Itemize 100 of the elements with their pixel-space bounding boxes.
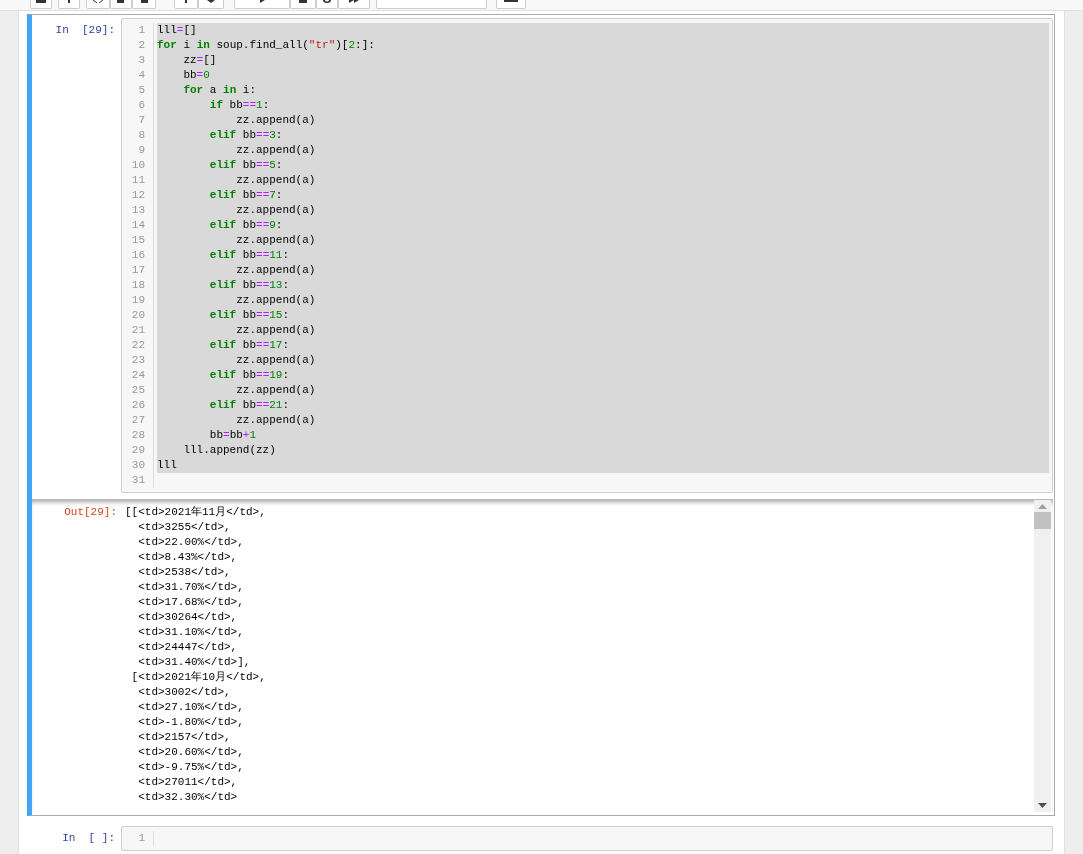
line-number: 12 [131, 188, 145, 203]
code-line: lll.append(zz) [182, 443, 276, 458]
add-cell-button[interactable] [58, 0, 80, 9]
line-number: 26 [131, 398, 145, 413]
save-button[interactable] [30, 0, 52, 9]
output-line: <td>20.60%</td>, [137, 745, 245, 760]
output-line: <td>27.10%</td>, [137, 700, 245, 715]
code-line: lll [157, 458, 177, 473]
line-number: 4 [138, 68, 145, 83]
paste-button[interactable] [132, 0, 156, 9]
input-prompt: In [29]: [55, 23, 115, 38]
run-all-button[interactable] [338, 0, 370, 9]
code-line: elif bb==5: [208, 158, 283, 173]
line-number: 5 [138, 83, 145, 98]
line-number: 23 [131, 353, 145, 368]
notebook-cell[interactable] [27, 14, 1055, 816]
line-number: 1 [138, 23, 145, 38]
notebook-cell[interactable]: In [ ]: 1 [27, 822, 1055, 854]
code-line: elif bb==13: [208, 278, 290, 293]
code-line: zz.append(a) [235, 353, 316, 368]
output-line: <td>8.43%</td>, [137, 550, 239, 565]
keyboard-button[interactable] [496, 0, 526, 9]
code-line: for i in soup.find_all("tr")[2:]: [157, 38, 375, 53]
code-line: zz.append(a) [235, 233, 316, 248]
code-line: elif bb==3: [208, 128, 283, 143]
line-number: 16 [131, 248, 145, 263]
scrollbar-thumb[interactable] [1034, 512, 1051, 529]
output-line: <td>-9.75%</td>, [137, 760, 245, 775]
output-line: <td>32.30%</td> [137, 790, 239, 805]
line-number: 1 [138, 831, 145, 846]
code-line: zz.append(a) [235, 173, 316, 188]
code-line: zz.append(a) [235, 263, 316, 278]
line-number: 8 [138, 128, 145, 143]
output-line: [[<td>2021年11月</td>, [125, 505, 267, 520]
code-line: elif bb==17: [208, 338, 290, 353]
output-line: <td>31.40%</td>], [137, 655, 252, 670]
code-line: zz.append(a) [235, 383, 316, 398]
code-line: bb=0 [182, 68, 210, 83]
line-number: 10 [131, 158, 145, 173]
line-number: 31 [131, 473, 145, 488]
code-line: zz.append(a) [235, 203, 316, 218]
output-line: <td>3255</td>, [137, 520, 232, 535]
line-number: 15 [131, 233, 145, 248]
code-line: elif bb==7: [208, 188, 283, 203]
line-number: 7 [138, 113, 145, 128]
output-line: <td>3002</td>, [137, 685, 232, 700]
code-line: zz.append(a) [235, 113, 316, 128]
line-number: 22 [131, 338, 145, 353]
line-number: 20 [131, 308, 145, 323]
line-number: 21 [131, 323, 145, 338]
input-prompt: In [ ]: [62, 831, 115, 846]
scroll-down-icon [1038, 803, 1047, 808]
output-line: <td>2538</td>, [137, 565, 232, 580]
code-line: zz.append(a) [235, 293, 316, 308]
code-line: elif bb==9: [208, 218, 283, 233]
code-line: bb=bb+1 [208, 428, 257, 443]
scrollbar[interactable] [1034, 500, 1051, 812]
line-number: 6 [138, 98, 145, 113]
arrow-down-icon [207, 0, 215, 3]
code-line: elif bb==15: [208, 308, 290, 323]
line-number: 18 [131, 278, 145, 293]
stop-button[interactable] [290, 0, 316, 9]
code-line: zz=[] [182, 53, 217, 68]
line-number: 2 [138, 38, 145, 53]
output-prompt: Out[29]: [64, 505, 117, 520]
line-number: 27 [131, 413, 145, 428]
output-line: <td>24447</td>, [137, 640, 239, 655]
code-line: elif bb==19: [208, 368, 290, 383]
line-number: 14 [131, 218, 145, 233]
code-line: zz.append(a) [235, 143, 316, 158]
copy-button[interactable] [110, 0, 132, 9]
line-number: 28 [131, 428, 145, 443]
output-line: <td>17.68%</td>, [137, 595, 245, 610]
line-number: 3 [138, 53, 145, 68]
line-number: 24 [131, 368, 145, 383]
move-up-button[interactable] [174, 0, 198, 9]
output-line: [<td>2021年10月</td>, [130, 670, 267, 685]
code-line: if bb==1: [208, 98, 270, 113]
cell-type-dropdown[interactable] [376, 0, 487, 9]
output-line: <td>27011</td>, [137, 775, 239, 790]
scroll-up-icon [1038, 504, 1047, 509]
restart-button[interactable] [316, 0, 338, 9]
code-line: zz.append(a) [235, 413, 316, 428]
line-number: 13 [131, 203, 145, 218]
output-line: <td>31.70%</td>, [137, 580, 245, 595]
output-line: <td>-1.80%</td>, [137, 715, 245, 730]
code-line: elif bb==11: [208, 248, 290, 263]
code-line: lll=[] [157, 23, 197, 38]
output-line: <td>2157</td>, [137, 730, 232, 745]
line-number: 19 [131, 293, 145, 308]
output-line: <td>31.10%</td>, [137, 625, 245, 640]
code-line: for a in i: [182, 83, 257, 98]
line-number: 30 [131, 458, 145, 473]
line-number: 25 [131, 383, 145, 398]
code-line: zz.append(a) [235, 323, 316, 338]
output-line: <td>30264</td>, [137, 610, 239, 625]
move-down-button[interactable] [198, 0, 224, 9]
line-number: 11 [131, 173, 145, 188]
cut-button[interactable] [86, 0, 110, 9]
code-line: elif bb==21: [208, 398, 290, 413]
